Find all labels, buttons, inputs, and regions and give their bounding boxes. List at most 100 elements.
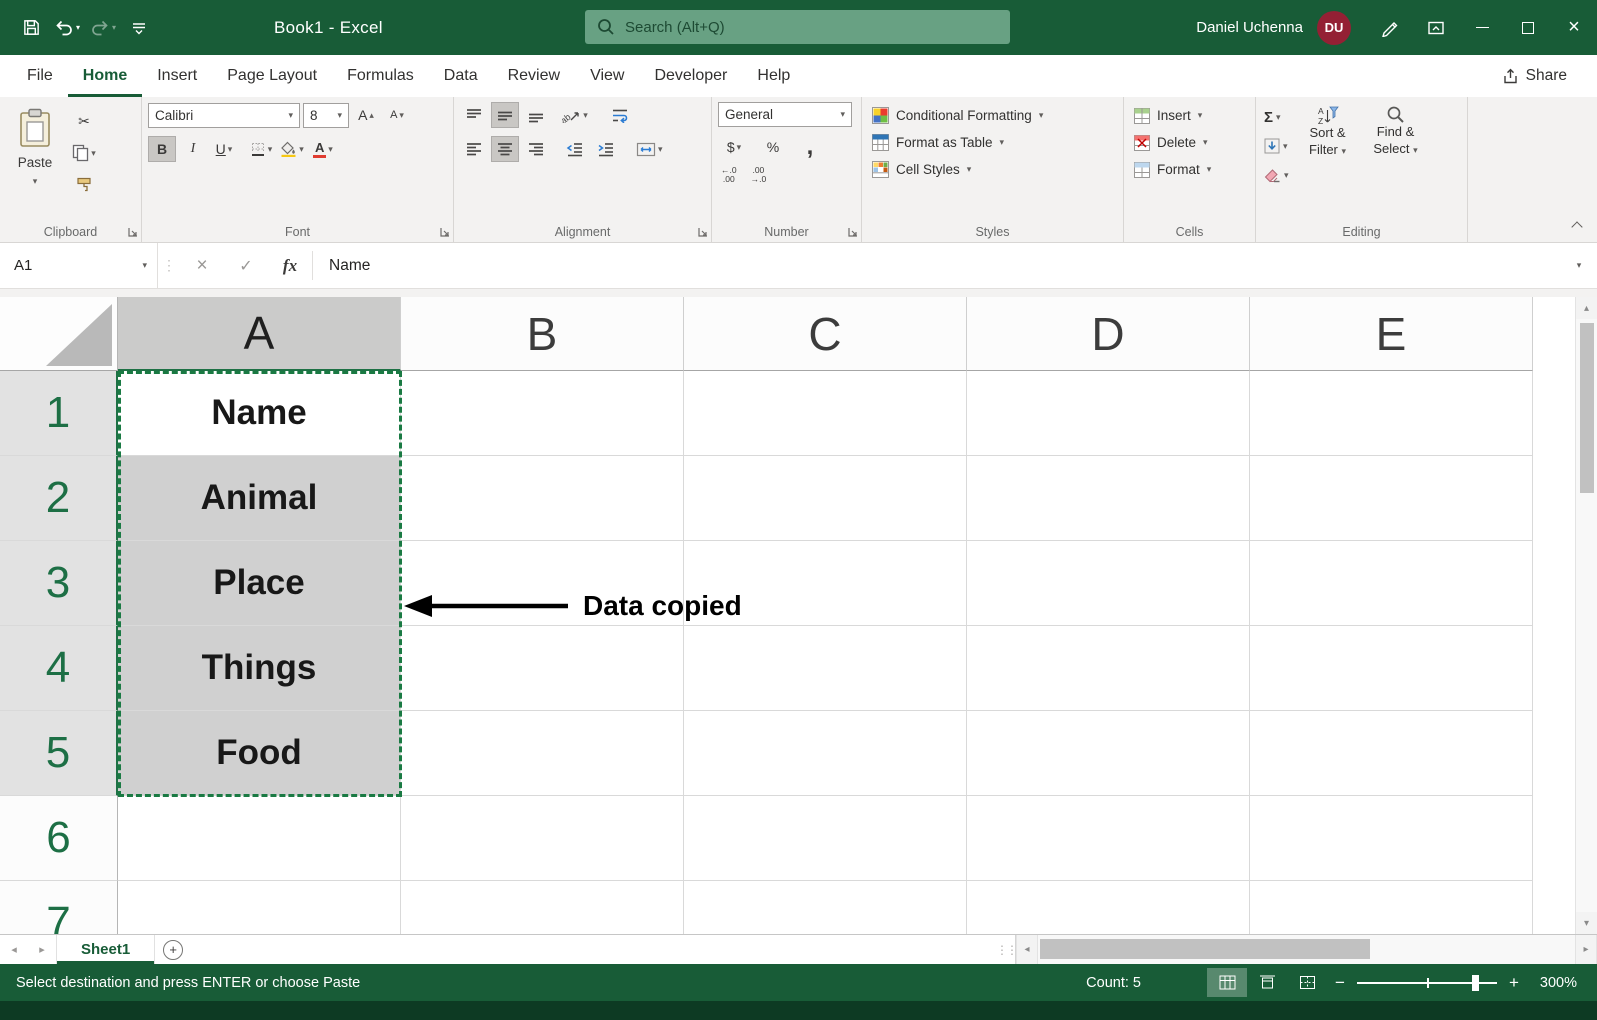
cell-d4[interactable] <box>967 626 1250 711</box>
cell-a2[interactable]: Animal <box>118 456 401 541</box>
tab-help[interactable]: Help <box>742 55 805 97</box>
cell-b4[interactable] <box>401 626 684 711</box>
wrap-text-button[interactable] <box>606 102 634 128</box>
search-box[interactable] <box>585 10 1010 44</box>
font-name-combobox[interactable]: Calibri ▾ <box>148 102 300 128</box>
format-cells-button[interactable]: Format ▾ <box>1130 156 1249 183</box>
select-all-corner[interactable] <box>0 297 118 371</box>
bold-button[interactable]: B <box>148 136 176 162</box>
tab-page-layout[interactable]: Page Layout <box>212 55 332 97</box>
clear-button[interactable]: ▾ <box>1262 163 1291 187</box>
cell-e3[interactable] <box>1250 541 1533 626</box>
cell-e2[interactable] <box>1250 456 1533 541</box>
insert-function-button[interactable]: fx <box>268 243 312 288</box>
cell-d7[interactable] <box>967 881 1250 934</box>
tab-home[interactable]: Home <box>68 55 142 97</box>
font-color-button[interactable]: A ▾ <box>309 136 337 162</box>
row-header-4[interactable]: 4 <box>0 626 118 711</box>
paste-button[interactable]: Paste ▾ <box>6 102 64 198</box>
zoom-slider[interactable] <box>1357 974 1497 991</box>
italic-button[interactable]: I <box>179 136 207 162</box>
cell-a5[interactable]: Food <box>118 711 401 796</box>
clipboard-dialog-launcher[interactable] <box>128 227 138 237</box>
formula-input[interactable]: Name <box>313 243 1561 288</box>
minimize-button[interactable] <box>1459 0 1505 55</box>
cell-e4[interactable] <box>1250 626 1533 711</box>
scroll-up-button[interactable]: ▴ <box>1576 297 1597 319</box>
draw-button[interactable] <box>1367 0 1413 55</box>
row-header-1[interactable]: 1 <box>0 371 118 456</box>
alignment-dialog-launcher[interactable] <box>698 227 708 237</box>
tab-developer[interactable]: Developer <box>639 55 742 97</box>
row-header-6[interactable]: 6 <box>0 796 118 881</box>
column-header-d[interactable]: D <box>967 297 1250 371</box>
cell-c6[interactable] <box>684 796 967 881</box>
enter-button[interactable]: ✓ <box>224 243 268 288</box>
zoom-level[interactable]: 300% <box>1535 975 1597 991</box>
cell-b5[interactable] <box>401 711 684 796</box>
cell-d6[interactable] <box>967 796 1250 881</box>
cell-a1[interactable]: Name <box>118 371 401 456</box>
center-button[interactable] <box>491 136 519 162</box>
comma-style-button[interactable]: , <box>796 134 824 160</box>
number-format-combobox[interactable]: General ▾ <box>718 102 852 127</box>
formula-bar-drag-handle[interactable]: ⋮ <box>158 243 180 288</box>
accounting-format-button[interactable]: $ ▾ <box>718 134 750 160</box>
cell-e1[interactable] <box>1250 371 1533 456</box>
column-header-b[interactable]: B <box>401 297 684 371</box>
collapse-ribbon-button[interactable] <box>1571 218 1583 234</box>
redo-button[interactable]: ▾ <box>88 11 118 45</box>
middle-align-button[interactable] <box>491 102 519 128</box>
undo-button[interactable]: ▾ <box>52 11 82 45</box>
customize-quick-access-button[interactable] <box>124 11 154 45</box>
merge-center-button[interactable]: ▾ <box>635 136 664 162</box>
format-painter-button[interactable] <box>70 172 98 198</box>
ribbon-display-options-button[interactable] <box>1413 0 1459 55</box>
zoom-slider-thumb[interactable] <box>1471 974 1479 991</box>
font-dialog-launcher[interactable] <box>440 227 450 237</box>
row-header-2[interactable]: 2 <box>0 456 118 541</box>
row-header-7[interactable]: 7 <box>0 881 118 934</box>
borders-button[interactable]: ▾ <box>247 136 275 162</box>
zoom-out-button[interactable]: − <box>1327 973 1353 993</box>
tab-review[interactable]: Review <box>493 55 575 97</box>
bottom-align-button[interactable] <box>522 102 550 128</box>
align-left-button[interactable] <box>460 136 488 162</box>
conditional-formatting-button[interactable]: Conditional Formatting ▾ <box>868 102 1117 129</box>
increase-indent-button[interactable] <box>592 136 620 162</box>
font-size-combobox[interactable]: 8 ▾ <box>303 102 349 128</box>
cell-a3[interactable]: Place <box>118 541 401 626</box>
cancel-button[interactable]: × <box>180 243 224 288</box>
orientation-button[interactable]: ab ▾ <box>561 102 589 128</box>
top-align-button[interactable] <box>460 102 488 128</box>
tab-file[interactable]: File <box>12 55 68 97</box>
view-page-layout-button[interactable] <box>1247 968 1287 997</box>
horizontal-scroll-track[interactable] <box>1038 935 1575 964</box>
align-right-button[interactable] <box>522 136 550 162</box>
save-button[interactable] <box>16 11 46 45</box>
avatar[interactable]: DU <box>1317 10 1351 45</box>
view-page-break-button[interactable] <box>1287 968 1327 997</box>
scroll-right-button[interactable]: ▸ <box>1575 935 1597 964</box>
percent-style-button[interactable]: % <box>759 134 787 160</box>
view-normal-button[interactable] <box>1207 968 1247 997</box>
horizontal-scroll-thumb[interactable] <box>1040 939 1370 959</box>
tab-formulas[interactable]: Formulas <box>332 55 429 97</box>
tab-data[interactable]: Data <box>429 55 493 97</box>
format-as-table-button[interactable]: Format as Table ▾ <box>868 129 1117 156</box>
copy-button[interactable]: ▾ <box>70 140 98 166</box>
cell-styles-button[interactable]: Cell Styles ▾ <box>868 156 1117 183</box>
fill-color-button[interactable]: ▾ <box>278 136 306 162</box>
cell-a4[interactable]: Things <box>118 626 401 711</box>
cell-a6[interactable] <box>118 796 401 881</box>
insert-cells-button[interactable]: Insert ▾ <box>1130 102 1249 129</box>
fill-button[interactable]: ▾ <box>1262 134 1291 158</box>
close-button[interactable]: × <box>1551 0 1597 55</box>
cell-c2[interactable] <box>684 456 967 541</box>
vertical-scroll-thumb[interactable] <box>1579 323 1594 493</box>
cell-d3[interactable] <box>967 541 1250 626</box>
decrease-decimal-button[interactable]: .00 →.0 <box>748 165 770 184</box>
tab-insert[interactable]: Insert <box>142 55 212 97</box>
cell-d2[interactable] <box>967 456 1250 541</box>
delete-cells-button[interactable]: Delete ▾ <box>1130 129 1249 156</box>
